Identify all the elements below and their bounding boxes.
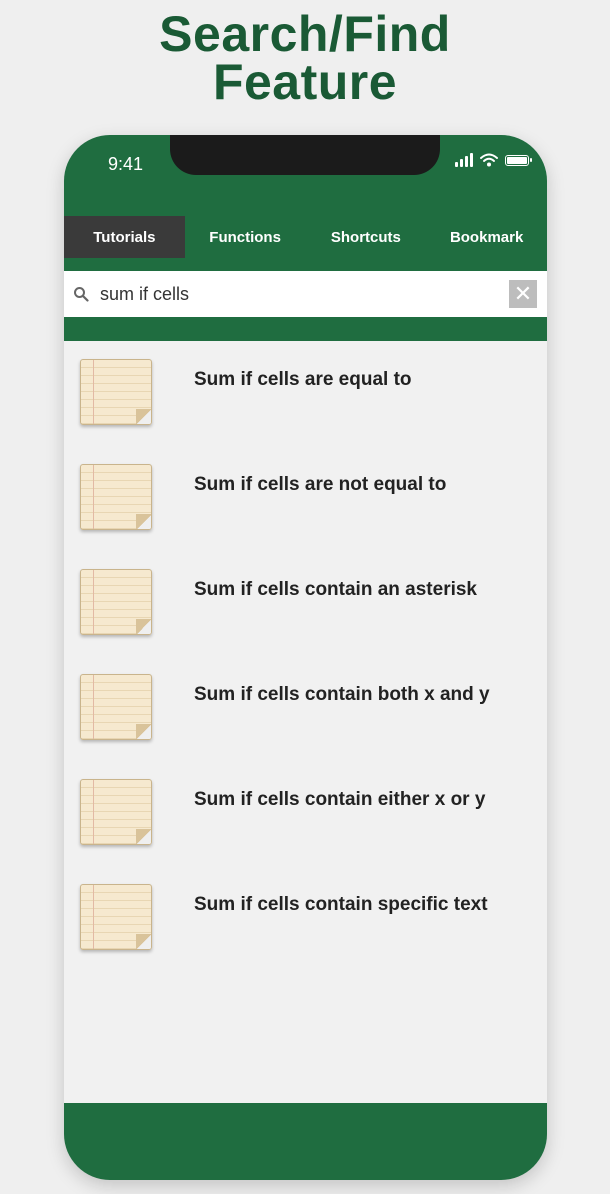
list-item-label: Sum if cells are not equal to	[194, 474, 447, 495]
search-bar: ✕	[64, 271, 547, 317]
notepad-icon	[80, 884, 152, 950]
list-item-label: Sum if cells contain an asterisk	[194, 579, 477, 600]
tab-bar: Tutorials Functions Shortcuts Bookmark	[64, 216, 547, 258]
clear-search-button[interactable]: ✕	[509, 280, 537, 308]
list-item[interactable]: Sum if cells are equal to	[64, 341, 547, 446]
promo-title-line2: Feature	[212, 54, 398, 110]
results-list: Sum if cells are equal to Sum if cells a…	[64, 341, 547, 1103]
search-input[interactable]	[90, 283, 509, 305]
search-bottom-strip	[64, 317, 547, 341]
wifi-icon	[480, 153, 498, 167]
tabs-divider	[64, 258, 547, 270]
close-icon: ✕	[513, 281, 533, 306]
notepad-icon	[80, 569, 152, 635]
tab-bookmark[interactable]: Bookmark	[426, 216, 547, 258]
list-item-label: Sum if cells contain either x or y	[194, 789, 486, 810]
tab-shortcuts[interactable]: Shortcuts	[306, 216, 427, 258]
notepad-icon	[80, 464, 152, 530]
notepad-icon	[80, 779, 152, 845]
signal-icon	[455, 153, 473, 167]
tab-tutorials[interactable]: Tutorials	[64, 216, 185, 258]
list-item[interactable]: Sum if cells contain both x and y	[64, 656, 547, 761]
list-item[interactable]: Sum if cells contain an asterisk	[64, 551, 547, 656]
tab-functions[interactable]: Functions	[185, 216, 306, 258]
list-item-label: Sum if cells contain specific text	[194, 894, 488, 915]
promo-title-line1: Search/Find	[159, 6, 451, 62]
list-item-label: Sum if cells contain both x and y	[194, 684, 490, 705]
status-time: 9:41	[108, 154, 144, 174]
notepad-icon	[80, 674, 152, 740]
status-icons	[455, 153, 532, 167]
phone-frame: 9:41 Tutorials Functions Shortcuts Bookm…	[64, 135, 547, 1180]
list-item-label: Sum if cells are equal to	[194, 369, 412, 390]
promo-title: Search/Find Feature	[0, 6, 610, 110]
notepad-icon	[80, 359, 152, 425]
battery-icon	[505, 154, 532, 166]
list-item[interactable]: Sum if cells contain specific text	[64, 866, 547, 971]
list-item[interactable]: Sum if cells are not equal to	[64, 446, 547, 551]
list-item[interactable]: Sum if cells contain either x or y	[64, 761, 547, 866]
phone-notch	[170, 135, 440, 175]
search-icon	[72, 285, 90, 303]
